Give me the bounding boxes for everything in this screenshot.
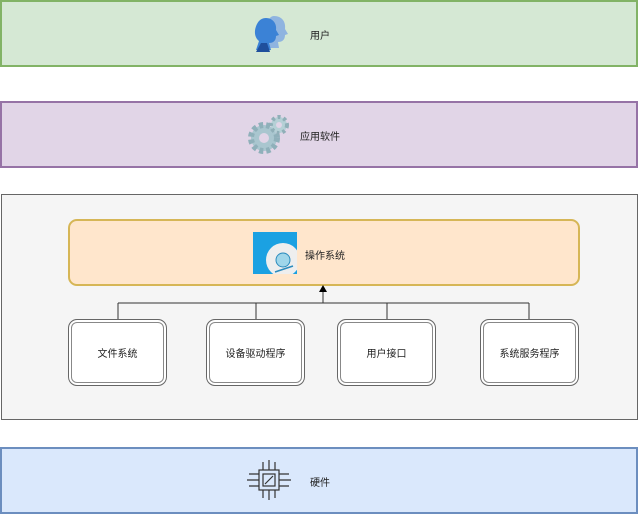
component-box: 设备驱动程序 bbox=[206, 319, 305, 386]
arrow-head bbox=[319, 285, 327, 292]
component-label: 系统服务程序 bbox=[499, 349, 560, 360]
hardware-label: 硬件 bbox=[310, 478, 330, 489]
component-box: 用户接口 bbox=[337, 319, 436, 386]
component-label: 设备驱动程序 bbox=[225, 349, 286, 360]
component-label: 文件系统 bbox=[97, 349, 138, 360]
component-box: 系统服务程序 bbox=[480, 319, 579, 386]
chip-icon bbox=[247, 460, 291, 500]
component-label: 用户接口 bbox=[366, 349, 407, 360]
connectors bbox=[117, 285, 530, 319]
component-box: 文件系统 bbox=[68, 319, 167, 386]
